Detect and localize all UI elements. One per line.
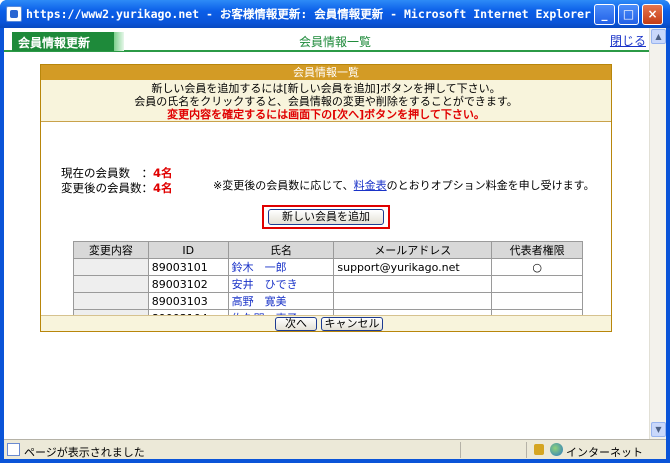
minimize-button[interactable]: _ (594, 4, 615, 25)
fee-notice: ※変更後の会員数に応じて、料金表のとおりオプション料金を申し受けます。 (213, 177, 595, 193)
representative-cell (491, 292, 583, 310)
name-cell: 高野 寛美 (227, 292, 335, 310)
maximize-button[interactable]: □ (618, 4, 639, 25)
instruction-line-2: 会員の氏名をクリックすると、会員情報の変更や削除をすることができます。 (134, 95, 518, 108)
scroll-down-icon[interactable]: ▼ (651, 422, 666, 437)
member-list-panel: 会員情報一覧 新しい会員を追加するには[新しい会員を追加]ボタンを押して下さい。… (40, 64, 612, 332)
close-button[interactable]: × (642, 4, 663, 25)
status-divider (460, 442, 461, 458)
col-email: メールアドレス (333, 241, 493, 259)
status-text: ページが表示されました (24, 446, 145, 459)
col-name: 氏名 (227, 241, 335, 259)
after-count-value: 4名 (153, 181, 173, 195)
globe-icon (550, 443, 563, 456)
after-count-label: 変更後の会員数： (61, 181, 153, 195)
panel-instructions: 新しい会員を追加するには[新しい会員を追加]ボタンを押して下さい。 会員の氏名を… (41, 80, 611, 122)
add-button-highlight: 新しい会員を追加 (262, 205, 390, 229)
price-table-link[interactable]: 料金表 (354, 179, 387, 192)
col-representative: 代表者権限 (491, 241, 583, 259)
id-cell: 89003101 (147, 258, 229, 276)
notice-text-before: ※変更後の会員数に応じて、 (213, 179, 354, 192)
col-id: ID (147, 241, 229, 259)
vertical-scrollbar[interactable]: ▲ ▼ (649, 28, 666, 439)
next-button[interactable]: 次へ (275, 317, 317, 331)
member-name-link[interactable]: 鈴木 一郎 (232, 261, 287, 274)
panel-title: 会員情報一覧 (41, 65, 611, 80)
scroll-up-icon[interactable]: ▲ (651, 29, 666, 44)
window-title: https://www2.yurikago.net - お客様情報更新: 会員情… (26, 7, 591, 21)
email-cell (333, 275, 493, 293)
page-icon (7, 443, 20, 456)
title-bar[interactable]: https://www2.yurikago.net - お客様情報更新: 会員情… (0, 0, 670, 28)
page-title: 会員情報一覧 (298, 35, 371, 49)
email-cell: support@yurikago.net (333, 258, 493, 276)
ie-icon (6, 6, 22, 22)
representative-cell (491, 275, 583, 293)
table-row: 89003102 安井 ひでき (73, 275, 583, 293)
member-name-link[interactable]: 高野 寛美 (232, 295, 287, 308)
cancel-button[interactable]: キャンセル (321, 317, 383, 331)
name-cell: 安井 ひでき (227, 275, 335, 293)
id-cell: 89003103 (147, 292, 229, 310)
page-content: 会員情報更新 会員情報一覧 閉じる 会員情報一覧 新しい会員を追加するには[新し… (4, 28, 666, 439)
instruction-line-1: 新しい会員を追加するには[新しい会員を追加]ボタンを押して下さい。 (151, 82, 501, 95)
change-cell (73, 275, 149, 293)
table-row: 89003101 鈴木 一郎 support@yurikago.net ○ (73, 258, 583, 276)
status-divider (526, 442, 527, 458)
confirm-warning: 変更内容を確定するには画面下の[次へ]ボタンを押して下さい。 (167, 108, 485, 121)
security-zone: インターネット (566, 446, 643, 459)
change-cell (73, 292, 149, 310)
email-cell (333, 292, 493, 310)
add-member-button[interactable]: 新しい会員を追加 (268, 209, 384, 225)
member-name-link[interactable]: 安井 ひでき (232, 278, 298, 291)
browser-window: https://www2.yurikago.net - お客様情報更新: 会員情… (0, 0, 670, 463)
name-cell: 鈴木 一郎 (227, 258, 335, 276)
after-member-count: 変更後の会員数：4名 (61, 180, 173, 196)
table-row: 89003103 高野 寛美 (73, 292, 583, 310)
table-header-row: 変更内容 ID 氏名 メールアドレス 代表者権限 (73, 241, 583, 259)
status-bar: ページが表示されました インターネット (4, 439, 666, 459)
close-link[interactable]: 閉じる (610, 32, 646, 49)
change-cell (73, 258, 149, 276)
current-count-label: 現在の会員数 ： (61, 166, 153, 180)
id-cell: 89003102 (147, 275, 229, 293)
current-member-count: 現在の会員数 ：4名 (61, 165, 173, 181)
page-header: 会員情報更新 会員情報一覧 閉じる (4, 28, 666, 52)
current-count-value: 4名 (153, 166, 173, 180)
representative-cell: ○ (491, 258, 583, 276)
panel-footer: 次へ キャンセル (41, 315, 611, 331)
notice-text-after: のとおりオプション料金を申し受けます。 (386, 179, 595, 192)
col-change: 変更内容 (73, 241, 149, 259)
lock-icon (534, 444, 544, 455)
